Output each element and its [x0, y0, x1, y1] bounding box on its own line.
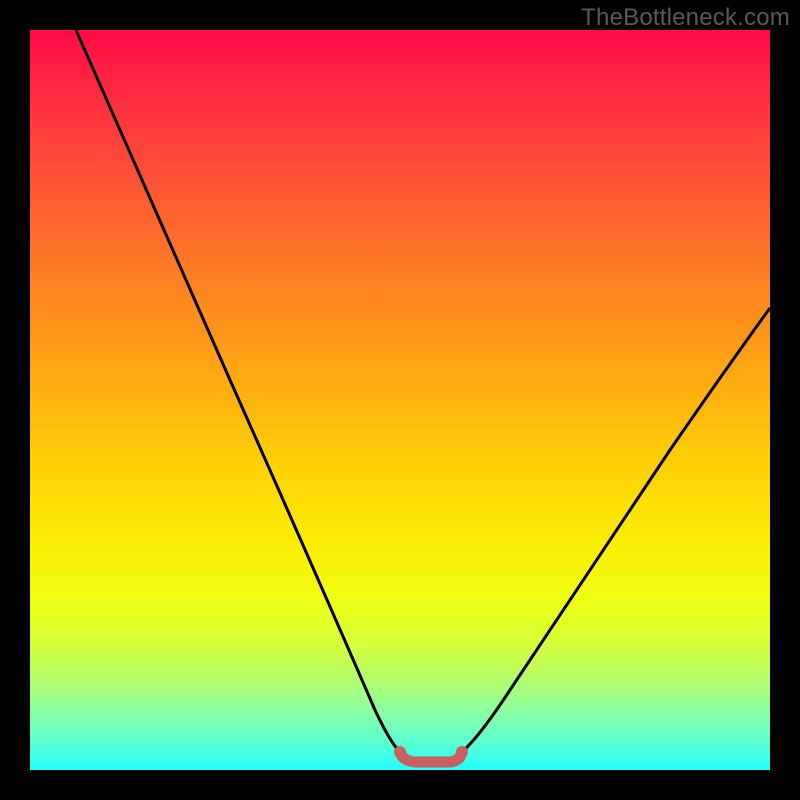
- bottleneck-curve: [30, 30, 770, 770]
- watermark-label: TheBottleneck.com: [581, 4, 790, 32]
- plot-area: [30, 30, 770, 770]
- optimal-zone-end-dot: [456, 746, 468, 758]
- curve-right-arm: [462, 308, 770, 752]
- chart-frame: TheBottleneck.com: [0, 0, 800, 800]
- curve-left-arm: [76, 30, 400, 752]
- optimal-zone-segment: [400, 752, 462, 762]
- optimal-zone-start-dot: [394, 746, 406, 758]
